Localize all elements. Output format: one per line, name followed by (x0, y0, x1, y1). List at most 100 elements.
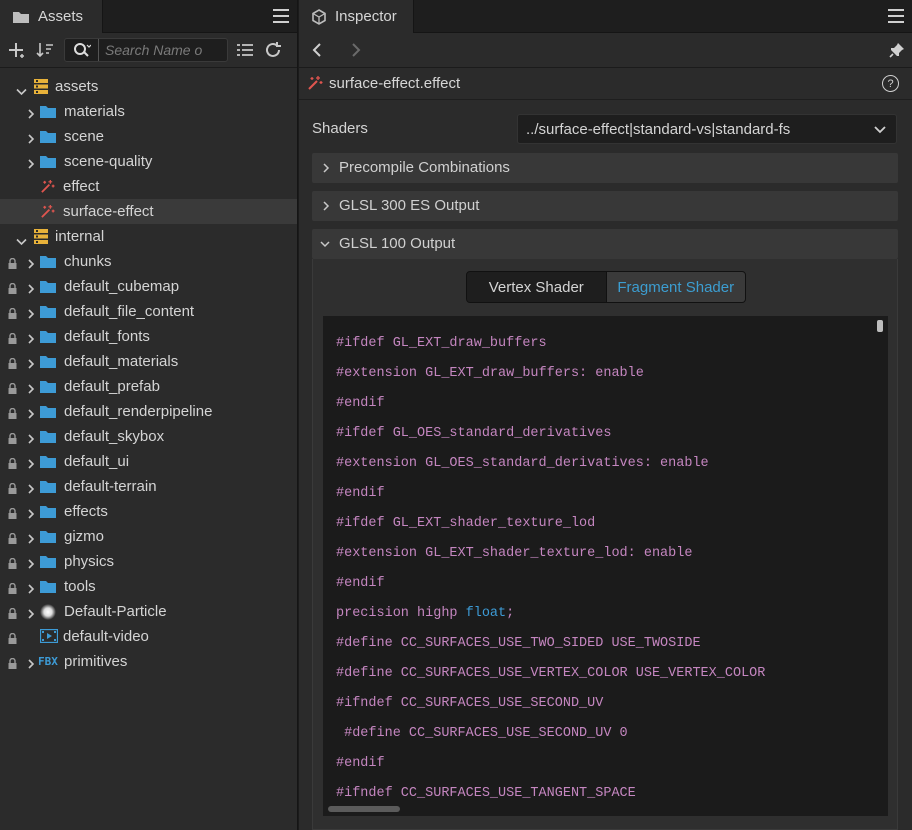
back-arrow-icon[interactable] (311, 42, 323, 58)
tree-item[interactable]: default_renderpipeline (0, 399, 297, 424)
add-asset-icon[interactable] (6, 39, 28, 61)
folder-icon (40, 430, 57, 447)
lock-icon (8, 606, 17, 619)
folder-icon (40, 530, 57, 547)
chevron-right-icon[interactable] (27, 506, 37, 519)
tree-item[interactable]: effects (0, 499, 297, 524)
tree-item[interactable]: default_skybox (0, 424, 297, 449)
tree-item[interactable]: chunks (0, 249, 297, 274)
tree-item[interactable]: scene (0, 124, 297, 149)
sort-icon[interactable] (34, 39, 56, 61)
lock-icon (8, 556, 17, 569)
tree-item-label: default-video (63, 628, 149, 645)
effect-icon (40, 179, 57, 196)
search-icon[interactable] (65, 39, 99, 61)
tree-item[interactable]: default_fonts (0, 324, 297, 349)
code-line: #extension GL_EXT_draw_buffers: enable (336, 366, 644, 381)
section-label: GLSL 300 ES Output (339, 197, 480, 214)
tree-item[interactable]: default-terrain (0, 474, 297, 499)
tree-item[interactable]: materials (0, 99, 297, 124)
refresh-icon[interactable] (262, 39, 284, 61)
chevron-right-icon[interactable] (27, 156, 37, 169)
fbx-icon: FBX (38, 655, 58, 668)
chevron-down-icon[interactable] (16, 233, 27, 246)
tree-item[interactable]: default-video (0, 624, 297, 649)
code-view[interactable]: #ifdef GL_EXT_draw_buffers #extension GL_… (323, 316, 888, 816)
chevron-right-icon[interactable] (27, 556, 37, 569)
chevron-right-icon[interactable] (27, 406, 37, 419)
folder-icon (40, 330, 57, 347)
tree-item[interactable]: default_cubemap (0, 274, 297, 299)
tree-item-label: default_renderpipeline (64, 403, 213, 420)
inspector-tab[interactable]: Inspector (299, 0, 414, 33)
tree-item[interactable]: physics (0, 549, 297, 574)
chevron-right-icon[interactable] (27, 131, 37, 144)
code-line: #ifdef GL_OES_standard_derivatives (336, 426, 612, 441)
chevron-right-icon[interactable] (27, 281, 37, 294)
tree-item[interactable]: default_materials (0, 349, 297, 374)
folder-icon (40, 480, 57, 497)
section-glsl-100-output[interactable]: GLSL 100 Output (312, 229, 898, 259)
code-line: #extension GL_EXT_shader_texture_lod: en… (336, 546, 693, 561)
inspector-toolbar (299, 33, 912, 68)
tree-item[interactable]: FBX primitives (0, 649, 297, 674)
tree-item[interactable]: effect (0, 174, 297, 199)
horizontal-scrollbar[interactable] (328, 806, 400, 812)
folder-icon (40, 580, 57, 597)
lock-icon (8, 431, 17, 444)
search-box (64, 38, 228, 62)
assets-menu-icon[interactable] (273, 9, 289, 23)
pin-icon[interactable] (889, 42, 905, 58)
chevron-down-icon[interactable] (16, 83, 27, 96)
code-line: #define CC_SURFACES_USE_VERTEX_COLOR USE… (336, 666, 766, 681)
collapse-all-icon[interactable] (234, 39, 256, 61)
chevron-right-icon[interactable] (27, 481, 37, 494)
tree-item[interactable]: scene-quality (0, 149, 297, 174)
lock-icon (8, 356, 17, 369)
tree-item[interactable]: internal (0, 224, 297, 249)
inspector-menu-icon[interactable] (888, 9, 904, 23)
shaders-label: Shaders (312, 120, 368, 137)
tree-item-label: default_file_content (64, 303, 195, 320)
chevron-right-icon[interactable] (27, 331, 37, 344)
chevron-right-icon[interactable] (27, 256, 37, 269)
tree-item[interactable]: tools (0, 574, 297, 599)
chevron-right-icon[interactable] (27, 306, 37, 319)
tree-item[interactable]: default_file_content (0, 299, 297, 324)
assets-toolbar (0, 33, 297, 68)
lock-icon (8, 631, 17, 644)
tree-item[interactable]: default_prefab (0, 374, 297, 399)
forward-arrow-icon[interactable] (350, 42, 362, 58)
chevron-right-icon[interactable] (27, 531, 37, 544)
vertical-scrollbar[interactable] (877, 320, 883, 332)
tree-item[interactable]: gizmo (0, 524, 297, 549)
chevron-right-icon[interactable] (27, 606, 37, 619)
code-line: #endif (336, 576, 385, 591)
tree-item-label: physics (64, 553, 115, 570)
shaders-select[interactable]: ../surface-effect|standard-vs|standard-f… (517, 114, 897, 144)
folder-icon (40, 105, 57, 122)
assets-tab[interactable]: Assets (0, 0, 103, 33)
tree-item[interactable]: surface-effect (0, 199, 297, 224)
lock-icon (8, 331, 17, 344)
effect-icon (40, 204, 57, 221)
section-precompile-combinations[interactable]: Precompile Combinations (312, 153, 898, 183)
asset-tree: assets materials scene scene-quality effect s… (0, 74, 297, 674)
tab-fragment-shader[interactable]: Fragment Shader (606, 272, 745, 302)
lock-icon (8, 456, 17, 469)
lock-icon (8, 406, 17, 419)
chevron-right-icon[interactable] (27, 581, 37, 594)
tab-vertex-shader[interactable]: Vertex Shader (467, 272, 607, 302)
chevron-right-icon[interactable] (27, 456, 37, 469)
section-glsl-300-es-output[interactable]: GLSL 300 ES Output (312, 191, 898, 221)
help-icon[interactable]: ? (882, 75, 899, 92)
chevron-right-icon[interactable] (27, 431, 37, 444)
tree-item[interactable]: assets (0, 74, 297, 99)
chevron-right-icon[interactable] (27, 656, 37, 669)
tree-item[interactable]: Default-Particle (0, 599, 297, 624)
tree-item[interactable]: default_ui (0, 449, 297, 474)
chevron-right-icon[interactable] (27, 356, 37, 369)
search-input[interactable] (99, 42, 219, 58)
chevron-right-icon[interactable] (27, 381, 37, 394)
chevron-right-icon[interactable] (27, 106, 37, 119)
